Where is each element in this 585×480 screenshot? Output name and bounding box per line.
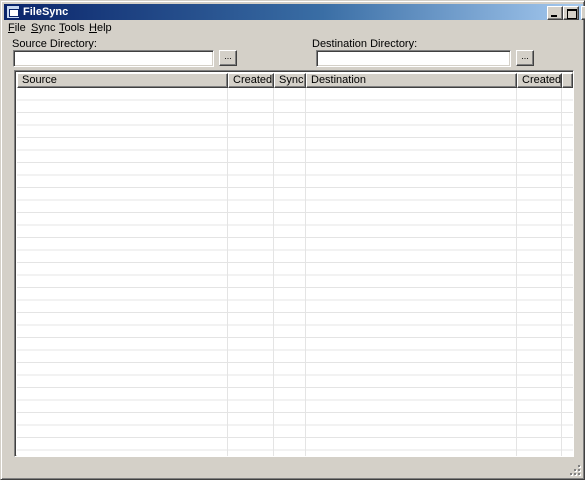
resize-grip-icon[interactable]: [569, 464, 581, 476]
destination-directory-input[interactable]: [316, 50, 511, 67]
filesync-window: FileSync ✕ File Sync Tools Help Source D…: [0, 0, 585, 480]
column-divider: [305, 88, 306, 456]
column-destination[interactable]: Destination: [306, 73, 517, 88]
source-browse-button[interactable]: ...: [219, 50, 237, 66]
maximize-button[interactable]: [563, 6, 579, 20]
column-divider: [516, 88, 517, 456]
menu-sync[interactable]: Sync: [31, 22, 55, 34]
menu-file[interactable]: File: [8, 22, 26, 34]
column-sync[interactable]: Sync: [274, 73, 306, 88]
column-filler: [562, 73, 573, 88]
column-divider: [273, 88, 274, 456]
close-button[interactable]: ✕: [581, 6, 585, 20]
source-directory-input[interactable]: [13, 50, 214, 67]
title-bar[interactable]: FileSync ✕: [4, 4, 585, 20]
menu-bar: File Sync Tools Help: [4, 20, 583, 37]
column-destination-created[interactable]: Created: [517, 73, 562, 88]
window-title: FileSync: [23, 6, 69, 18]
list-body[interactable]: [17, 88, 573, 456]
sync-file-list[interactable]: Source Created Sync Destination Created: [14, 70, 574, 457]
column-divider: [227, 88, 228, 456]
destination-browse-button[interactable]: ...: [516, 50, 534, 66]
column-source[interactable]: Source: [17, 73, 228, 88]
column-source-created[interactable]: Created: [228, 73, 274, 88]
destination-directory-label: Destination Directory:: [312, 38, 418, 50]
source-directory-label: Source Directory:: [12, 38, 97, 50]
menu-tools[interactable]: Tools: [59, 22, 85, 34]
app-icon[interactable]: [6, 5, 20, 19]
column-divider: [561, 88, 562, 456]
minimize-button[interactable]: [547, 6, 563, 20]
menu-help[interactable]: Help: [89, 22, 112, 34]
